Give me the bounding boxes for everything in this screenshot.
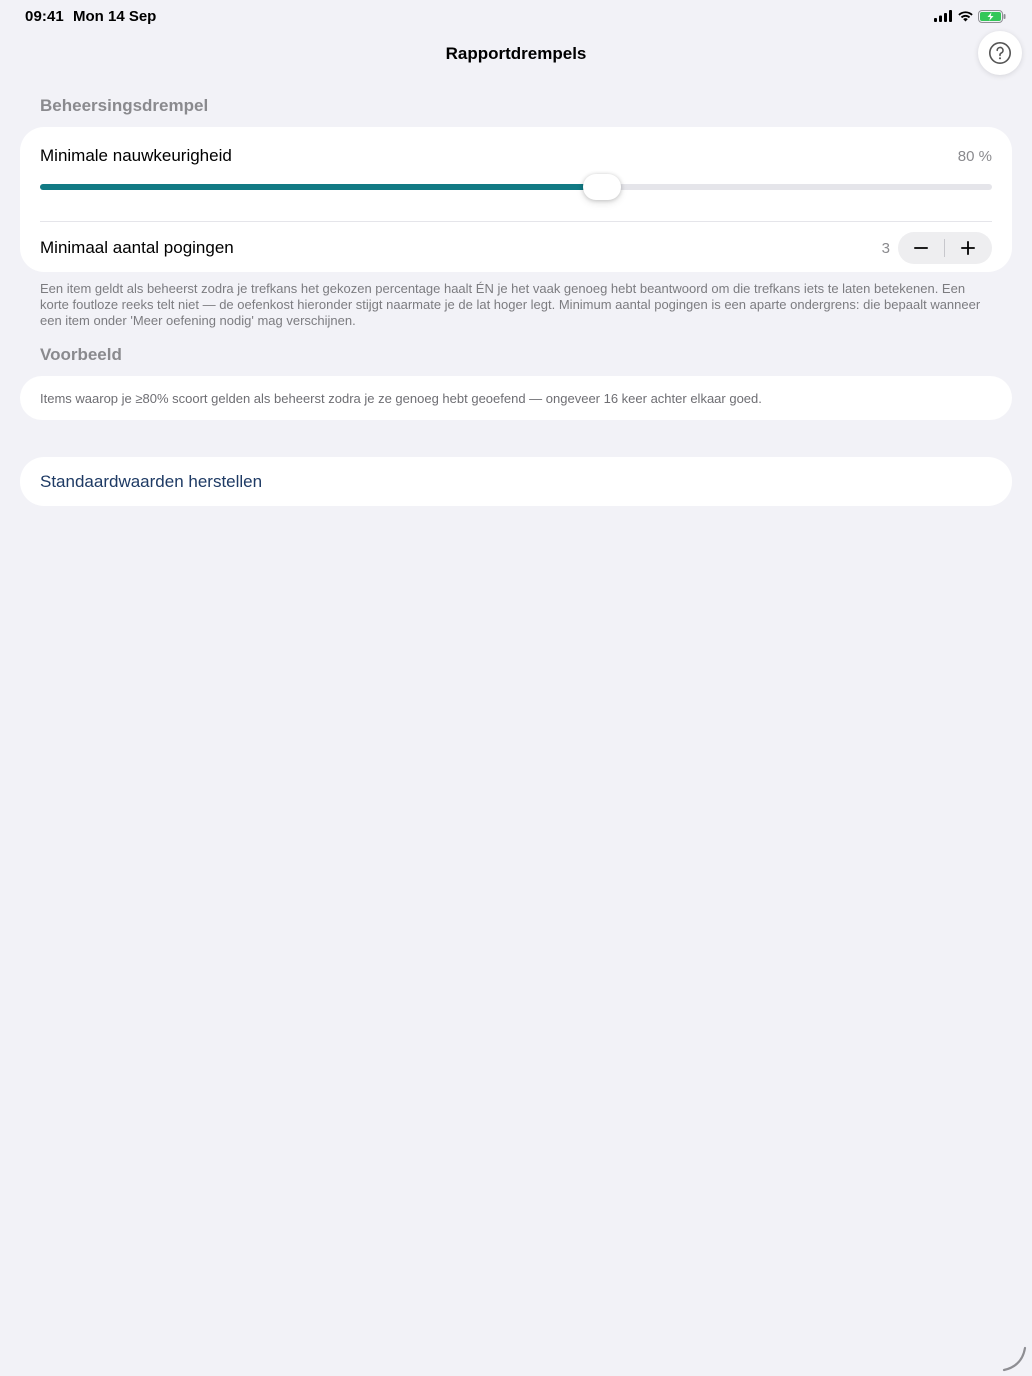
battery-charging-icon [978, 9, 1006, 23]
example-text: Items waarop je ≥80% scoort gelden als b… [40, 391, 762, 406]
status-time: 09:41 [25, 8, 64, 25]
status-date: Mon 14 Sep [73, 8, 157, 25]
corner-resize-indicator-icon [1002, 1346, 1027, 1372]
status-icons [934, 8, 1006, 24]
wifi-icon [958, 11, 973, 22]
help-button[interactable] [978, 31, 1022, 75]
attempts-stepper[interactable] [898, 232, 992, 264]
decrement-button[interactable] [898, 232, 944, 264]
attempts-value: 3 [881, 240, 890, 257]
cellular-signal-icon [934, 10, 952, 22]
slider-fill [40, 184, 602, 190]
section-header-mastery: Beheersingsdrempel [40, 96, 209, 115]
accuracy-label: Minimale nauwkeurigheid [40, 146, 232, 165]
increment-button[interactable] [945, 232, 991, 264]
mastery-footnote: Een item geldt als beheerst zodra je tre… [40, 281, 981, 328]
section-header-example: Voorbeeld [40, 345, 122, 364]
reset-button[interactable]: Standaardwaarden herstellen [20, 457, 1012, 506]
reset-label: Standaardwaarden herstellen [40, 472, 263, 491]
plus-icon [961, 241, 975, 255]
minus-icon [914, 247, 928, 249]
page-title: Rapportdrempels [445, 44, 587, 63]
mastery-card: Minimale nauwkeurigheid 80 % Minimaal aa… [20, 127, 1012, 272]
slider-thumb[interactable] [582, 174, 621, 200]
accuracy-slider[interactable] [40, 174, 992, 200]
attempts-label: Minimaal aantal pogingen [40, 238, 234, 257]
example-card: Items waarop je ≥80% scoort gelden als b… [20, 376, 1012, 420]
status-bar: 09:41 Mon 14 Sep [0, 0, 1032, 32]
accuracy-value: 80 % [957, 148, 992, 165]
question-mark-circle-icon [989, 42, 1011, 64]
divider [40, 221, 992, 222]
